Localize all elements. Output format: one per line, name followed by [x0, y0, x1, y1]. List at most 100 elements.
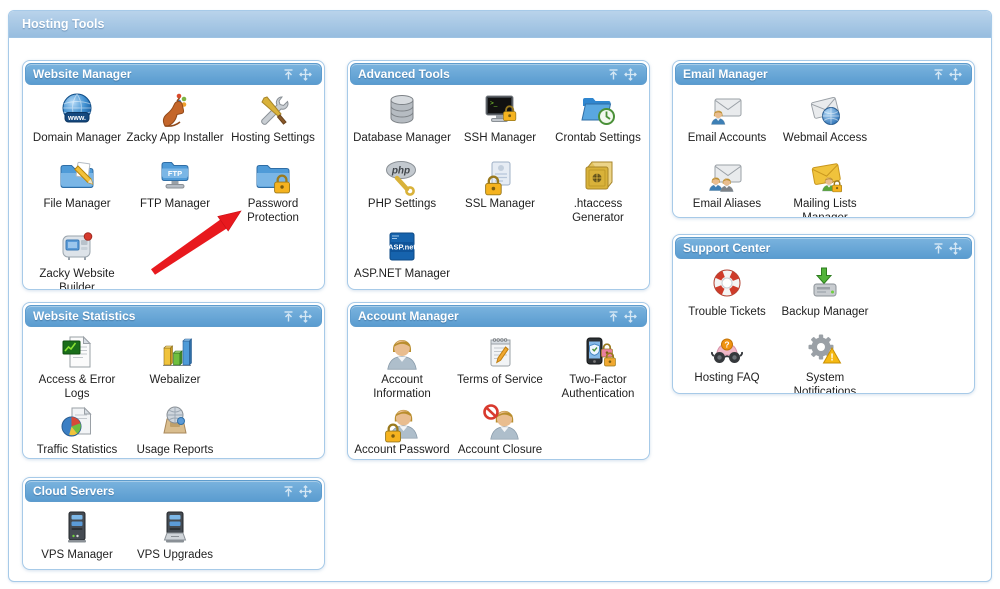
- webmail-access-icon: [805, 91, 845, 131]
- svg-text:?: ?: [724, 340, 729, 350]
- tool-label: Two-Factor Authentication: [549, 374, 647, 401]
- account-closure-icon: [480, 403, 520, 443]
- panel-title: Support Center: [683, 241, 930, 255]
- ssh-manager-icon: >_: [480, 91, 520, 131]
- account-information-icon: [382, 333, 422, 373]
- move-handle[interactable]: [297, 309, 314, 324]
- panel-title: Advanced Tools: [358, 67, 605, 81]
- tool-vps-manager[interactable]: VPS Manager: [28, 508, 126, 570]
- email-manager-body: Email Accounts Webmail AccessEmail Aliase…: [675, 85, 880, 218]
- two-factor-authentication-icon: [578, 333, 618, 373]
- tool-label: Backup Manager: [782, 306, 869, 320]
- tool-vps-upgrades[interactable]: VPS Upgrades: [126, 508, 224, 570]
- tool-access-error-logs[interactable]: Access & Error Logs: [28, 333, 126, 401]
- collapse-button[interactable]: [280, 484, 297, 499]
- move-handle[interactable]: [947, 241, 964, 256]
- database-manager-icon: [382, 91, 422, 131]
- collapse-button[interactable]: [930, 67, 947, 82]
- tool-usage-reports[interactable]: Usage Reports: [126, 403, 224, 459]
- support-center-body: Trouble Tickets Backup Manager ?Hosting FA…: [675, 259, 880, 394]
- tool-ssl-manager[interactable]: SSL Manager: [451, 157, 549, 225]
- tool-domain-manager[interactable]: www.Domain Manager: [28, 91, 126, 155]
- account-manager-body: Account Information Terms of Service Two-F…: [350, 327, 647, 460]
- tool-file-manager[interactable]: File Manager: [28, 157, 126, 225]
- collapse-button[interactable]: [605, 67, 622, 82]
- move-handle[interactable]: [947, 67, 964, 82]
- tool-php-settings[interactable]: phpPHP Settings: [353, 157, 451, 225]
- tool-label: Email Accounts: [688, 132, 767, 146]
- tool-two-factor-authentication[interactable]: Two-Factor Authentication: [549, 333, 647, 401]
- cloud-servers-body: VPS Manager VPS Upgrades: [25, 502, 230, 570]
- support-center-header: Support Center: [675, 237, 972, 259]
- svg-text:php: php: [391, 166, 410, 177]
- advanced-tools-header: Advanced Tools: [350, 63, 647, 85]
- tool-label: System Notifications: [776, 372, 874, 394]
- tool-account-password[interactable]: Account Password: [353, 403, 451, 460]
- tool-ssh-manager[interactable]: >_SSH Manager: [451, 91, 549, 155]
- tool-label: Account Closure: [458, 444, 542, 458]
- website-statistics-body: Access & Error Logs Webalizer Traffic Stat…: [25, 327, 230, 459]
- tool-label: .htaccess Generator: [549, 198, 647, 225]
- panel-email-manager: Email ManagerEmail AccountsWebmail Acces…: [672, 60, 975, 218]
- tool-email-aliases[interactable]: Email Aliases: [678, 157, 776, 218]
- tool-ftp-manager[interactable]: FTPFTP Manager: [126, 157, 224, 225]
- collapse-button[interactable]: [605, 309, 622, 324]
- tool-account-closure[interactable]: Account Closure: [451, 403, 549, 460]
- vps-upgrades-icon: [155, 508, 195, 548]
- panel-column-1: Website Manager www.Domain ManagerZacky A…: [22, 60, 325, 570]
- ftp-manager-icon: FTP: [155, 157, 195, 197]
- svg-text:www.: www.: [67, 115, 86, 122]
- php-settings-icon: php: [382, 157, 422, 197]
- tool-label: Terms of Service: [457, 374, 543, 388]
- tool-label: Crontab Settings: [555, 132, 641, 146]
- move-handle[interactable]: [297, 67, 314, 82]
- tool-traffic-statistics[interactable]: Traffic Statistics: [28, 403, 126, 459]
- svg-text:ASP.net: ASP.net: [388, 243, 416, 252]
- svg-text:!: !: [830, 353, 833, 364]
- tool-system-notifications[interactable]: ! System Notifications: [776, 331, 874, 394]
- zacky-website-builder-icon: [57, 227, 97, 267]
- file-manager-icon: [57, 157, 97, 197]
- usage-reports-icon: [155, 403, 195, 443]
- collapse-button[interactable]: [280, 309, 297, 324]
- tool-label: Webalizer: [150, 374, 201, 388]
- vps-manager-icon: [57, 508, 97, 548]
- hosting-settings-icon: [253, 91, 293, 131]
- tool-mailing-lists-manager[interactable]: Mailing Lists Manager: [776, 157, 874, 218]
- tool-label: Password Protection: [224, 198, 322, 225]
- traffic-statistics-icon: [57, 403, 97, 443]
- collapse-button[interactable]: [930, 241, 947, 256]
- move-handle[interactable]: [297, 484, 314, 499]
- tool-label: Mailing Lists Manager: [776, 198, 874, 218]
- ssl-manager-icon: [480, 157, 520, 197]
- tool-crontab-settings[interactable]: Crontab Settings: [549, 91, 647, 155]
- collapse-button[interactable]: [280, 67, 297, 82]
- tool-password-protection[interactable]: Password Protection: [224, 157, 322, 225]
- tool-trouble-tickets[interactable]: Trouble Tickets: [678, 265, 776, 329]
- panel-title: Website Manager: [33, 67, 280, 81]
- tool-webmail-access[interactable]: Webmail Access: [776, 91, 874, 155]
- move-handle[interactable]: [622, 67, 639, 82]
- advanced-tools-body: Database Manager>_SSH Manager Crontab Set…: [350, 85, 647, 290]
- panel-title: Cloud Servers: [33, 484, 280, 498]
- tool-database-manager[interactable]: Database Manager: [353, 91, 451, 155]
- cloud-servers-header: Cloud Servers: [25, 480, 322, 502]
- tool-zacky-website-builder[interactable]: Zacky Website Builder: [28, 227, 126, 290]
- tool-asp-net-manager[interactable]: ASP.netASP.NET Manager: [353, 227, 451, 290]
- tool-terms-of-service[interactable]: Terms of Service: [451, 333, 549, 401]
- panel-cloud-servers: Cloud Servers VPS Manager VPS Upgrades: [22, 477, 325, 570]
- tool-label: VPS Manager: [41, 549, 113, 563]
- tool-label: Account Information: [353, 374, 451, 401]
- tool-email-accounts[interactable]: Email Accounts: [678, 91, 776, 155]
- tool-htaccess-generator[interactable]: .htaccess Generator: [549, 157, 647, 225]
- tool-hosting-settings[interactable]: Hosting Settings: [224, 91, 322, 155]
- email-aliases-icon: [707, 157, 747, 197]
- tool-account-information[interactable]: Account Information: [353, 333, 451, 401]
- page-title: Hosting Tools: [22, 17, 104, 31]
- tool-hosting-faq[interactable]: ?Hosting FAQ: [678, 331, 776, 394]
- tool-zacky-app-installer[interactable]: Zacky App Installer: [126, 91, 224, 155]
- move-handle[interactable]: [622, 309, 639, 324]
- system-notifications-icon: !: [805, 331, 845, 371]
- tool-backup-manager[interactable]: Backup Manager: [776, 265, 874, 329]
- tool-webalizer[interactable]: Webalizer: [126, 333, 224, 401]
